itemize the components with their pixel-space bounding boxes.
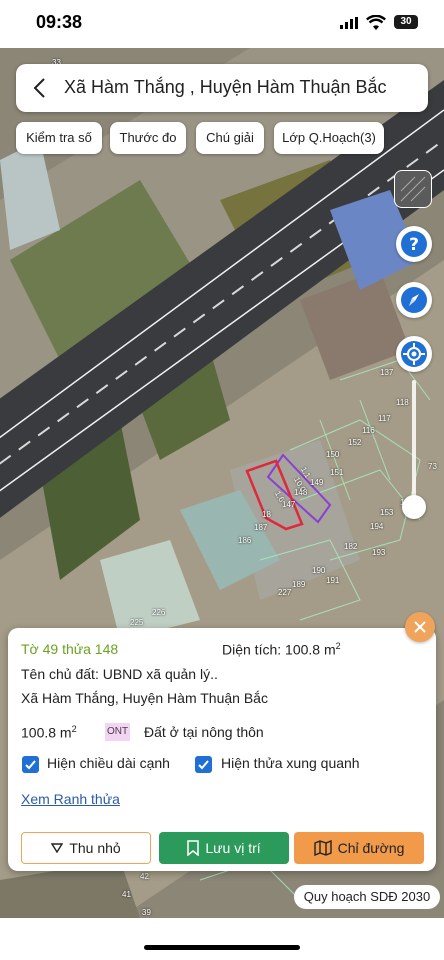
parcel-label: 186 (238, 536, 252, 545)
compass-icon (401, 287, 427, 313)
sheet-parcel-number: Tờ 49 thửa 148 (21, 641, 119, 657)
area-summary-text: Diện tích: 100.8 m (222, 641, 336, 658)
help-button[interactable]: ? (396, 226, 432, 262)
parcel-label: 190 (312, 566, 326, 575)
ruler-button[interactable]: Thước đo (110, 122, 186, 154)
land-area-text: 100.8 m (21, 724, 72, 741)
map-icon (313, 840, 332, 856)
layers-icon (400, 176, 426, 202)
parcel-label: 194 (370, 522, 384, 531)
land-type: Đất ở tại nông thôn (144, 724, 264, 740)
show-edge-length-label[interactable]: Hiện chiều dài cạnh (47, 755, 170, 771)
parcel-label: 189 (292, 580, 306, 589)
parcel-label: 225 (130, 618, 144, 627)
parcel-label: 150 (326, 450, 340, 459)
view-boundary-link[interactable]: Xem Ranh thửa (21, 791, 120, 807)
parcel-label: 152 (348, 438, 362, 447)
area-summary-unit-sup: 2 (335, 641, 341, 651)
land-area-unit-sup: 2 (71, 724, 77, 734)
parcel-label: 227 (278, 588, 292, 597)
collapse-button[interactable]: Thu nhỏ (21, 832, 151, 864)
svg-text:?: ? (409, 235, 419, 255)
help-icon: ? (401, 231, 427, 257)
close-panel-button[interactable] (405, 612, 435, 642)
owner-name: Tên chủ đất: UBND xã quản lý.. (21, 666, 218, 682)
show-neighbors-label[interactable]: Hiện thửa xung quanh (221, 755, 360, 771)
locate-icon (401, 341, 427, 367)
parcel-label: 39 (142, 908, 151, 917)
parcel-address: Xã Hàm Thắng, Huyện Hàm Thuận Bắc (21, 690, 268, 706)
directions-label: Chỉ đường (337, 840, 405, 856)
cellular-signal-icon (340, 17, 358, 29)
checkmark-icon (25, 760, 36, 770)
location-title: Xã Hàm Thắng , Huyện Hàm Thuận Bắc (64, 77, 387, 97)
parcel-label: 117 (378, 414, 391, 423)
clock: 09:38 (36, 12, 83, 32)
parcel-label: 187 (254, 523, 268, 532)
checkmark-icon (198, 760, 209, 770)
parcel-label: 147 (282, 500, 296, 509)
back-icon[interactable] (30, 76, 50, 100)
home-indicator[interactable] (144, 945, 300, 950)
planning-layer-button[interactable]: Lớp Q.Hoạch(3) (274, 122, 384, 154)
show-edge-length-checkbox[interactable] (22, 756, 39, 773)
parcel-label: 41 (122, 890, 131, 899)
parcel-label: 226 (152, 608, 166, 617)
map-layer-button[interactable] (394, 170, 432, 208)
parcel-label: 182 (344, 542, 358, 551)
parcel-label: 151 (330, 468, 344, 477)
parcel-label: 42 (140, 872, 149, 881)
compass-button[interactable] (396, 282, 432, 318)
parcel-label: 149 (310, 478, 324, 487)
legend-button[interactable]: Chú giải (196, 122, 264, 154)
parcel-label: 193 (372, 548, 386, 557)
parcel-label: 153 (380, 508, 394, 517)
my-location-button[interactable] (396, 336, 432, 372)
opacity-slider-thumb[interactable] (402, 495, 426, 519)
wifi-icon (366, 15, 386, 30)
land-area: 100.8 m2 (21, 724, 77, 741)
battery-icon: 30 (394, 15, 418, 29)
parcel-label: 18 (262, 510, 271, 519)
save-location-label: Lưu vị trí (205, 840, 261, 856)
save-location-button[interactable]: Lưu vị trí (159, 832, 289, 864)
status-bar: 09:38 30 (0, 0, 444, 48)
check-number-button[interactable]: Kiểm tra số (16, 122, 102, 154)
parcel-label: 118 (396, 398, 409, 407)
parcel-label: 116 (362, 426, 375, 435)
bookmark-icon (187, 840, 200, 856)
area-summary: Diện tích: 100.8 m2 (222, 641, 341, 658)
location-bar[interactable]: Xã Hàm Thắng , Huyện Hàm Thuận Bắc (16, 64, 428, 112)
collapse-label: Thu nhỏ (69, 840, 121, 856)
parcel-label: 73 (428, 462, 437, 471)
triangle-down-icon (51, 843, 64, 853)
land-code-badge: ONT (105, 723, 130, 741)
directions-button[interactable]: Chỉ đường (294, 832, 424, 864)
close-icon (414, 621, 426, 633)
planning-badge[interactable]: Quy hoạch SDĐ 2030 (294, 885, 440, 909)
parcel-label: 137 (380, 368, 394, 377)
parcel-label: 191 (326, 576, 340, 585)
opacity-slider-track[interactable] (412, 380, 416, 506)
show-neighbors-checkbox[interactable] (195, 756, 212, 773)
